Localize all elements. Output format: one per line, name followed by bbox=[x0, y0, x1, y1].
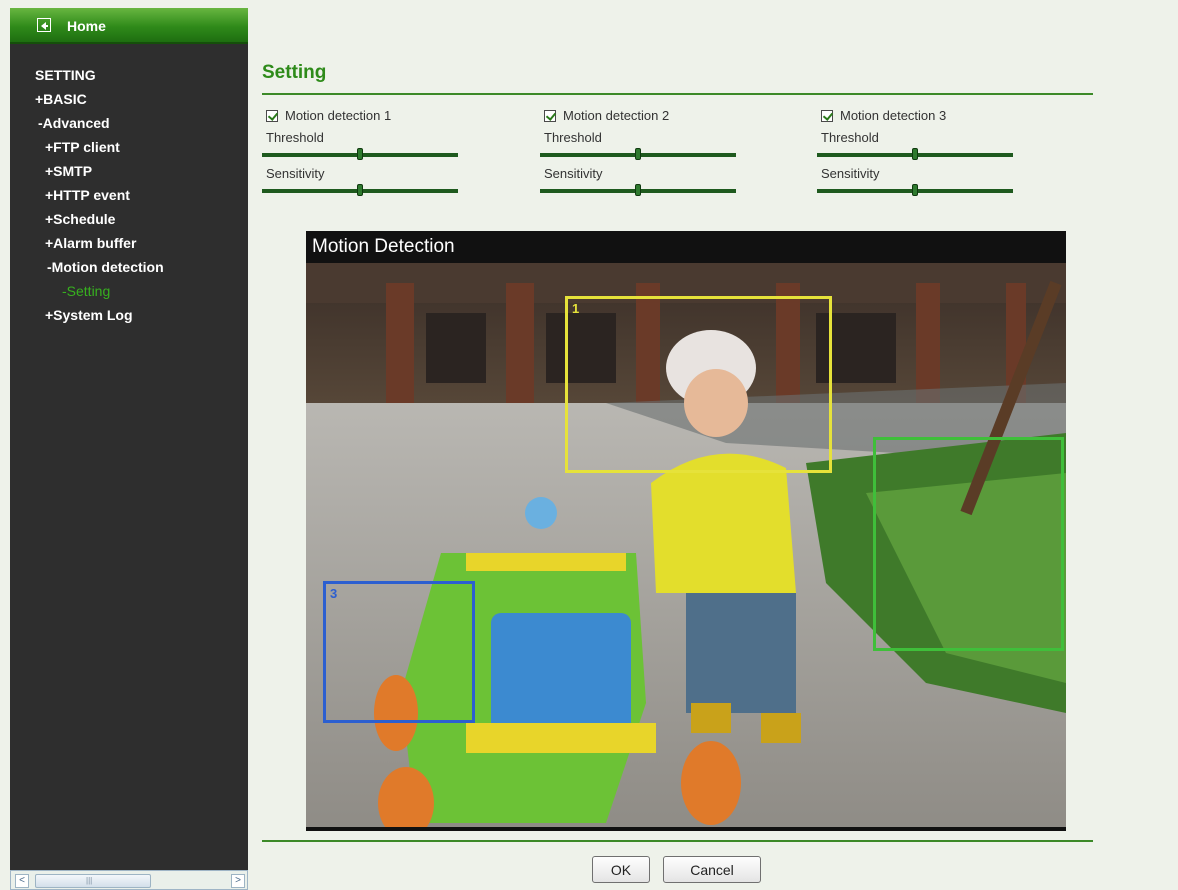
threshold-slider-3[interactable] bbox=[817, 148, 1013, 160]
motion-zone-3[interactable]: 3 bbox=[323, 581, 475, 723]
slider-knob[interactable] bbox=[635, 184, 641, 196]
threshold-label: Threshold bbox=[266, 130, 324, 145]
scroll-left-icon[interactable]: < bbox=[15, 874, 29, 888]
sidebar-item-system-log[interactable]: +System Log bbox=[45, 306, 133, 324]
ok-button[interactable]: OK bbox=[592, 856, 650, 883]
motion-detection-3-label: Motion detection 3 bbox=[840, 108, 947, 123]
motion-detection-2-controls: Motion detection 2 Threshold Sensitivity bbox=[540, 108, 740, 204]
back-arrow-icon bbox=[37, 18, 51, 32]
video-title: Motion Detection bbox=[312, 236, 455, 257]
motion-detection-3-checkbox[interactable] bbox=[821, 110, 833, 122]
sensitivity-slider-3[interactable] bbox=[817, 184, 1013, 196]
sidebar-item-setting[interactable]: -Setting bbox=[62, 282, 110, 300]
motion-detection-2-label: Motion detection 2 bbox=[563, 108, 670, 123]
sensitivity-label: Sensitivity bbox=[544, 166, 603, 181]
slider-knob[interactable] bbox=[635, 148, 641, 160]
scroll-right-icon[interactable]: > bbox=[231, 874, 245, 888]
sensitivity-label: Sensitivity bbox=[821, 166, 880, 181]
motion-zone-1[interactable]: 1 bbox=[565, 296, 832, 473]
sensitivity-slider-2[interactable] bbox=[540, 184, 736, 196]
horizontal-scrollbar[interactable]: < ||| > bbox=[10, 870, 248, 890]
zone-3-label: 3 bbox=[330, 586, 338, 601]
title-divider bbox=[262, 93, 1093, 95]
footer-divider bbox=[262, 840, 1093, 842]
sidebar-item-alarm-buffer[interactable]: +Alarm buffer bbox=[45, 234, 136, 252]
motion-detection-3-controls: Motion detection 3 Threshold Sensitivity bbox=[817, 108, 1017, 204]
motion-detection-video: Motion Detection 1 3 bbox=[306, 231, 1066, 831]
slider-knob[interactable] bbox=[357, 148, 363, 160]
sidebar-item-basic[interactable]: +BASIC bbox=[35, 90, 87, 108]
sidebar-item-http-event[interactable]: +HTTP event bbox=[45, 186, 130, 204]
sidebar-item-advanced[interactable]: -Advanced bbox=[38, 114, 110, 132]
motion-zone-2[interactable] bbox=[873, 437, 1064, 651]
page-title: Setting bbox=[262, 62, 327, 83]
sidebar-item-smtp[interactable]: +SMTP bbox=[45, 162, 92, 180]
threshold-label: Threshold bbox=[821, 130, 879, 145]
zone-1-label: 1 bbox=[572, 301, 580, 316]
scroll-thumb[interactable]: ||| bbox=[35, 874, 151, 888]
home-label: Home bbox=[67, 18, 106, 34]
motion-detection-1-checkbox[interactable] bbox=[266, 110, 278, 122]
sidebar: Home SETTING +BASIC -Advanced +FTP clien… bbox=[10, 8, 248, 890]
sidebar-heading-setting: SETTING bbox=[35, 67, 96, 83]
sidebar-item-motion-detection[interactable]: -Motion detection bbox=[47, 258, 164, 276]
slider-knob[interactable] bbox=[912, 148, 918, 160]
motion-detection-2-checkbox[interactable] bbox=[544, 110, 556, 122]
sidebar-item-ftp-client[interactable]: +FTP client bbox=[45, 138, 120, 156]
cancel-button[interactable]: Cancel bbox=[663, 856, 761, 883]
threshold-slider-2[interactable] bbox=[540, 148, 736, 160]
motion-detection-1-controls: Motion detection 1 Threshold Sensitivity bbox=[262, 108, 462, 204]
motion-detection-1-label: Motion detection 1 bbox=[285, 108, 392, 123]
slider-knob[interactable] bbox=[912, 184, 918, 196]
sidebar-item-schedule[interactable]: +Schedule bbox=[45, 210, 115, 228]
threshold-label: Threshold bbox=[544, 130, 602, 145]
scroll-grip: ||| bbox=[86, 876, 93, 885]
home-link[interactable]: Home bbox=[10, 8, 248, 44]
threshold-slider-1[interactable] bbox=[262, 148, 458, 160]
sensitivity-slider-1[interactable] bbox=[262, 184, 458, 196]
sensitivity-label: Sensitivity bbox=[266, 166, 325, 181]
slider-knob[interactable] bbox=[357, 184, 363, 196]
